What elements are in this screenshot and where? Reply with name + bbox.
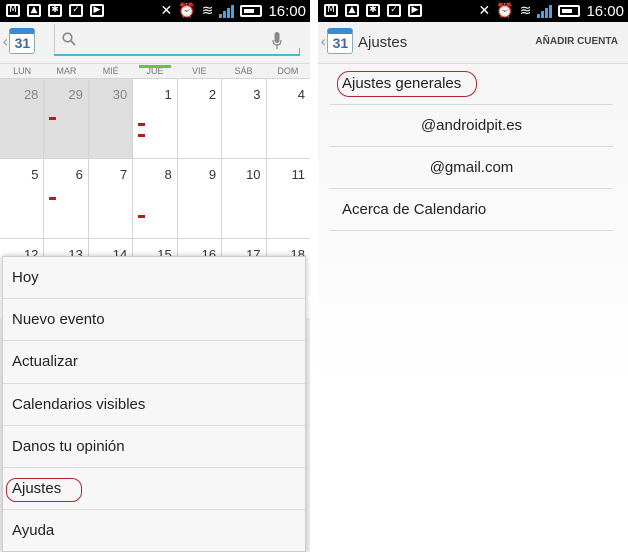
search-input[interactable]	[82, 30, 262, 54]
search-bar[interactable]	[54, 24, 300, 56]
day-cell[interactable]: 5	[0, 159, 44, 238]
menu-item-visible-calendars[interactable]: Calendarios visibles	[3, 384, 305, 426]
day-number: 10	[246, 167, 261, 182]
settings-notification-icon: ✱	[48, 4, 62, 17]
weekday-label: LUN	[13, 66, 32, 76]
play-store-icon: ▶	[408, 4, 422, 17]
back-chevron-icon: ‹	[2, 31, 9, 51]
today-cell[interactable]: 1	[132, 65, 177, 158]
day-cell[interactable]: 29	[43, 79, 88, 158]
battery-icon	[240, 5, 263, 17]
page-title: Ajustes	[358, 34, 408, 51]
day-number: 5	[31, 167, 39, 182]
play-store-icon: ▶	[90, 4, 104, 17]
mute-icon: ✕	[160, 3, 173, 19]
day-cell[interactable]: 7	[87, 159, 133, 238]
settings-item-account-androidpit[interactable]: @androidpit.es	[330, 105, 613, 147]
day-number: 6	[75, 167, 83, 182]
settings-list: Ajustes generales @androidpit.es @gmail.…	[330, 63, 613, 231]
day-number: 1	[164, 87, 172, 102]
week-row: 28 29 30 1 2 3 4	[0, 65, 310, 158]
event-marker[interactable]	[138, 123, 146, 126]
day-number: 4	[297, 87, 305, 102]
gmail-icon: M	[6, 4, 20, 17]
today-indicator	[139, 65, 171, 68]
day-number: 9	[208, 167, 217, 182]
gallery-icon: ▲	[27, 4, 41, 17]
day-number: 7	[120, 167, 128, 182]
calendar-icon: 31	[327, 28, 354, 54]
signal-icon	[219, 4, 235, 18]
day-cell[interactable]: 30	[87, 79, 133, 158]
weekday-label: MIÉ	[102, 66, 119, 76]
settings-screen: M ▲ ✱ ✓ ▶ ✕ ⏰ ≋ 16:00 ‹ 31 Ajustes AÑADI…	[318, 0, 628, 552]
clock: 16:00	[268, 2, 306, 20]
calendar-screen: M ▲ ✱ ✓ ▶ ✕ ⏰ ≋ 16:00 ‹ 31 LUN MAR MIÉ J…	[0, 0, 310, 552]
day-cell[interactable]: 9	[176, 159, 222, 238]
day-cell[interactable]: 2	[176, 79, 222, 158]
day-number: 30	[112, 87, 128, 102]
day-number: 11	[291, 167, 305, 182]
mute-icon: ✕	[478, 3, 491, 19]
day-number: 29	[68, 87, 83, 102]
signal-icon	[537, 4, 553, 18]
action-bar: ‹ 31	[0, 22, 310, 64]
weekday-label: MAR	[56, 66, 77, 76]
menu-item-help[interactable]: Ayuda	[3, 510, 305, 552]
day-number: 8	[164, 167, 172, 182]
battery-icon	[558, 5, 581, 17]
day-number: 28	[23, 87, 39, 102]
settings-item-about[interactable]: Acerca de Calendario	[330, 189, 613, 231]
up-navigation-button[interactable]: ‹ 31	[320, 28, 354, 54]
clock: 16:00	[586, 2, 624, 20]
menu-item-today[interactable]: Hoy	[3, 257, 305, 300]
wifi-icon: ≋	[519, 3, 532, 19]
alarm-icon: ⏰	[178, 3, 196, 19]
settings-item-account-gmail[interactable]: @gmail.com	[330, 147, 613, 189]
add-account-button[interactable]: AÑADIR CUENTA	[535, 36, 618, 47]
app-home-button[interactable]: ‹ 31	[2, 28, 36, 54]
event-marker[interactable]	[49, 197, 57, 200]
back-chevron-icon: ‹	[320, 31, 327, 51]
status-bar: M ▲ ✱ ✓ ▶ ✕ ⏰ ≋ 16:00	[318, 0, 628, 22]
task-done-icon: ✓	[69, 4, 83, 17]
day-cell[interactable]: 4	[265, 79, 310, 158]
menu-item-settings[interactable]: Ajustes	[3, 468, 305, 511]
event-marker[interactable]	[138, 134, 146, 137]
gmail-icon: M	[324, 4, 338, 17]
menu-item-feedback[interactable]: Danos tu opinión	[3, 426, 305, 468]
search-icon	[62, 32, 76, 46]
settings-notification-icon: ✱	[366, 4, 380, 17]
week-row: 5 6 7 8 9 10 11	[0, 158, 310, 238]
gallery-icon: ▲	[345, 4, 359, 17]
event-marker[interactable]	[138, 215, 146, 218]
weekday-label: SÁB	[234, 66, 253, 76]
settings-item-general[interactable]: Ajustes generales	[330, 63, 613, 105]
day-cell[interactable]: 28	[0, 79, 44, 158]
action-bar: ‹ 31 Ajustes AÑADIR CUENTA	[318, 22, 628, 64]
weekday-label: VIE	[192, 66, 207, 76]
menu-item-refresh[interactable]: Actualizar	[3, 341, 305, 384]
menu-item-label: Ajustes	[12, 479, 62, 497]
alarm-icon: ⏰	[496, 3, 514, 19]
day-number: 2	[208, 87, 217, 102]
microphone-icon[interactable]	[272, 32, 282, 50]
event-marker[interactable]	[49, 117, 57, 120]
weekday-label: DOM	[277, 66, 299, 76]
status-bar: M ▲ ✱ ✓ ▶ ✕ ⏰ ≋ 16:00	[0, 0, 310, 22]
calendar-icon: 31	[9, 28, 36, 54]
day-cell[interactable]: 8	[132, 159, 177, 238]
day-number: 3	[253, 87, 261, 102]
settings-item-label: Ajustes generales	[342, 75, 462, 92]
divider	[54, 24, 55, 54]
day-cell[interactable]: 10	[221, 159, 266, 238]
day-cell[interactable]: 6	[43, 159, 88, 238]
task-done-icon: ✓	[387, 4, 401, 17]
overflow-menu: Hoy Nuevo evento Actualizar Calendarios …	[2, 256, 306, 552]
wifi-icon: ≋	[201, 3, 214, 19]
menu-item-new-event[interactable]: Nuevo evento	[3, 299, 305, 342]
day-cell[interactable]: 11	[265, 159, 310, 238]
day-cell[interactable]: 3	[221, 79, 266, 158]
